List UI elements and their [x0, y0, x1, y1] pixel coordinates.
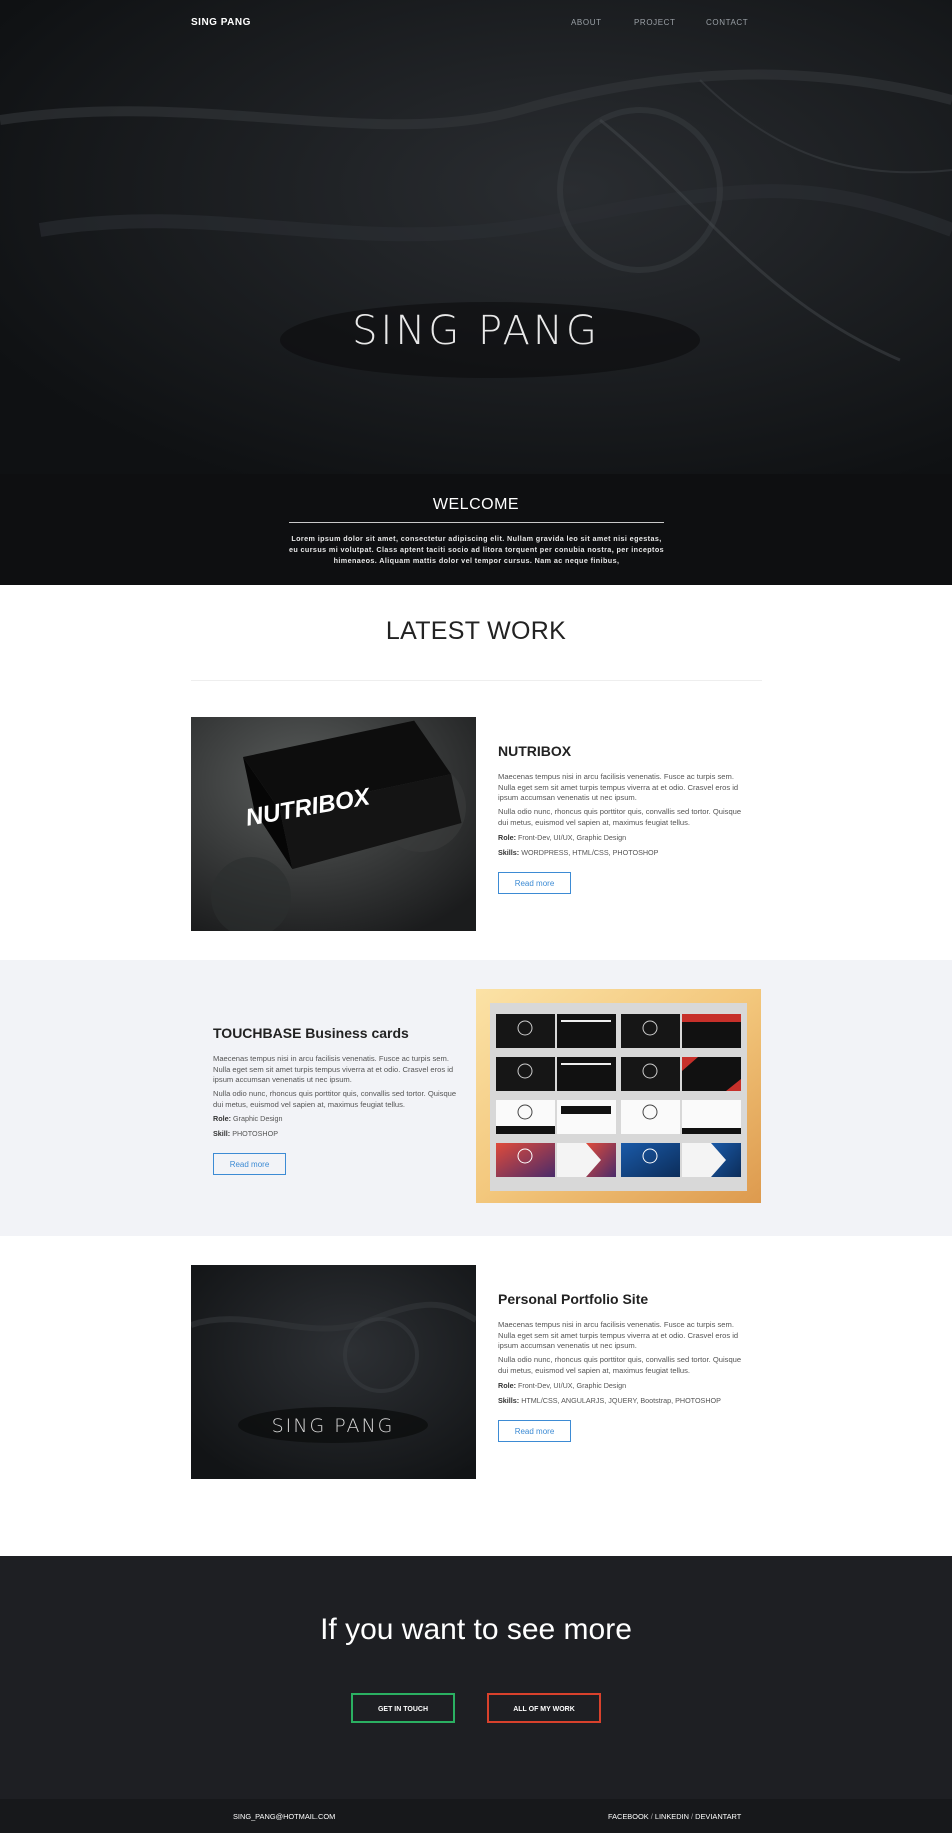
portfolio-image[interactable]: SING PANG	[191, 1265, 476, 1479]
nav-link-project[interactable]: PROJECT	[634, 18, 676, 27]
project-skills: Skills: HTML/CSS, ANGULARJS, JQUERY, Boo…	[498, 1396, 721, 1405]
cta-title: If you want to see more	[320, 1613, 632, 1646]
project-title: TOUCHBASE Business cards	[213, 1025, 409, 1041]
project-role: Role: Front-Dev, UI/UX, Graphic Design	[498, 1381, 626, 1390]
footer-separator: /	[650, 1812, 653, 1821]
role-value: Front-Dev, UI/UX, Graphic Design	[517, 1381, 627, 1390]
top-nav: SING PANG ABOUT PROJECT CONTACT	[0, 0, 952, 44]
project-role: Role: Graphic Design	[213, 1114, 283, 1123]
touchbase-image[interactable]	[476, 989, 761, 1203]
deviantart-link[interactable]: DEVIANTART	[695, 1812, 741, 1821]
linkedin-link[interactable]: LINKEDIN	[655, 1812, 689, 1821]
role-value: Front-Dev, UI/UX, Graphic Design	[517, 833, 627, 842]
read-more-button[interactable]: Read more	[498, 872, 571, 894]
role-value: Graphic Design	[232, 1114, 283, 1123]
hero-section: SING PANG ABOUT PROJECT CONTACT SING PAN…	[0, 0, 952, 474]
welcome-divider	[289, 522, 664, 523]
project-description: Maecenas tempus nisi in arcu facilisis v…	[498, 772, 739, 802]
skills-value: WORDPRESS, HTML/CSS, PHOTOSHOP	[521, 848, 659, 857]
all-my-work-button[interactable]: ALL OF MY WORK	[487, 1693, 601, 1723]
skills-label: Skills:	[498, 1396, 520, 1405]
nutribox-image[interactable]: NUTRIBOX	[191, 717, 476, 931]
role-label: Role:	[213, 1114, 231, 1123]
project-description: Nulla odio nunc, rhoncus quis porttitor …	[213, 1089, 457, 1109]
welcome-section	[0, 474, 952, 585]
skills-value: PHOTOSHOP	[232, 1129, 278, 1138]
role-label: Role:	[498, 1381, 516, 1390]
footer-separator: /	[691, 1812, 694, 1821]
skills-label: Skills:	[498, 848, 520, 857]
nav-link-about[interactable]: ABOUT	[571, 18, 602, 27]
project-role: Role: Front-Dev, UI/UX, Graphic Design	[498, 833, 626, 842]
latest-work-divider	[191, 680, 762, 681]
welcome-title: WELCOME	[432, 496, 520, 513]
role-label: Role:	[498, 833, 516, 842]
read-more-button[interactable]: Read more	[213, 1153, 286, 1175]
skills-value: HTML/CSS, ANGULARJS, JQUERY, Bootstrap, …	[521, 1396, 721, 1405]
project-description: Nulla odio nunc, rhoncus quis porttitor …	[498, 807, 742, 827]
footer-email-link[interactable]: SING_PANG@HOTMAIL.COM	[233, 1812, 335, 1821]
footer	[0, 1799, 952, 1833]
welcome-text: Lorem ipsum dolor sit amet, consectetur …	[288, 534, 665, 565]
project-description: Maecenas tempus nisi in arcu facilisis v…	[498, 1320, 739, 1350]
facebook-link[interactable]: FACEBOOK	[608, 1812, 649, 1821]
project-description: Maecenas tempus nisi in arcu facilisis v…	[213, 1054, 454, 1084]
project-skills: Skills: WORDPRESS, HTML/CSS, PHOTOSHOP	[498, 848, 658, 857]
project-description: Nulla odio nunc, rhoncus quis porttitor …	[498, 1355, 742, 1375]
read-more-button[interactable]: Read more	[498, 1420, 571, 1442]
nav-link-contact[interactable]: CONTACT	[706, 18, 748, 27]
portfolio-logo-text: SING PANG	[272, 1415, 395, 1437]
cta-section	[0, 1556, 952, 1799]
skills-label: Skill:	[213, 1129, 231, 1138]
latest-work-title: LATEST WORK	[385, 617, 567, 645]
project-title: NUTRIBOX	[498, 743, 572, 759]
project-skills: Skill: PHOTOSHOP	[213, 1129, 278, 1138]
nav-brand[interactable]: SING PANG	[191, 17, 251, 28]
footer-social-links: FACEBOOK / LINKEDIN / DEVIANTART	[608, 1812, 741, 1821]
hero-title: SING PANG	[352, 308, 600, 354]
get-in-touch-button[interactable]: GET IN TOUCH	[351, 1693, 455, 1723]
project-title: Personal Portfolio Site	[498, 1291, 649, 1307]
hero-background	[0, 0, 952, 474]
